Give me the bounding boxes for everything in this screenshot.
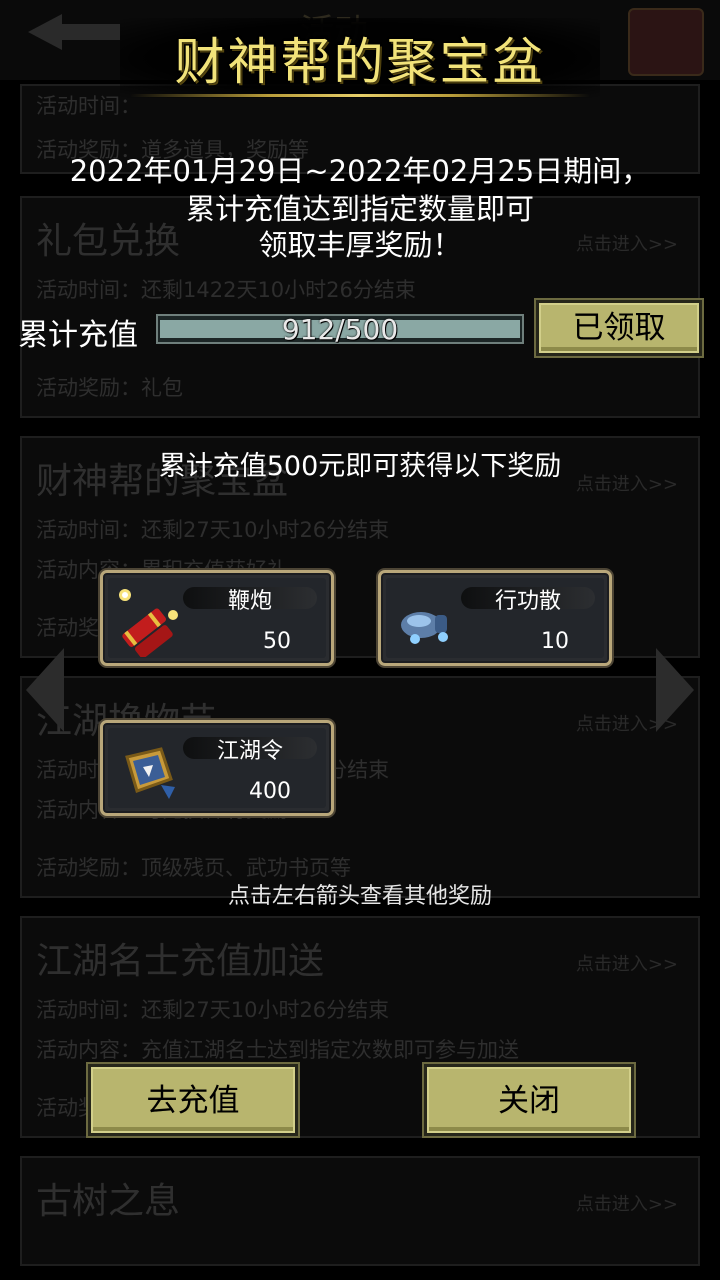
reward-name: 江湖令 [216,739,283,764]
medicine-pouch-icon [401,612,448,644]
description-line: 2022年01月29日~2022年02月25日期间， [69,154,651,188]
reward-dialog: 财神帮的聚宝盆 2022年01月29日~2022年02月25日期间， 累计充值达… [0,0,720,1280]
go-recharge-button-label: 去充值 [146,1083,240,1119]
previous-arrow-icon[interactable] [26,648,64,732]
claimed-button[interactable]: 已领取 [534,298,704,358]
reward-item-medicine[interactable]: 行功散 10 [378,570,612,666]
go-recharge-button[interactable]: 去充值 [86,1062,300,1138]
reward-name: 行功散 [494,589,561,614]
reward-item-jianghu-token[interactable]: 江湖令 400 [100,720,334,816]
description-line: 领取丰厚奖励！ [258,228,462,262]
claimed-button-label: 已领取 [572,310,666,346]
close-button-label: 关闭 [498,1083,560,1119]
reward-quantity: 400 [249,779,291,804]
recharge-progress-bar: 912/500 [156,313,524,346]
firecracker-icon [119,589,178,657]
reward-quantity: 10 [541,629,569,654]
progress-label: 累计充值 [18,318,138,353]
navigation-hint: 点击左右箭头查看其他奖励 [227,884,492,909]
reward-name: 鞭炮 [227,589,272,614]
reward-heading: 累计充值500元即可获得以下奖励 [158,451,562,482]
progress-text: 912/500 [281,313,399,346]
dialog-title: 财神帮的聚宝盆 [174,33,546,91]
jianghu-token-icon [125,747,175,799]
title-underline [130,94,590,97]
close-button[interactable]: 关闭 [422,1062,636,1138]
next-arrow-icon[interactable] [656,648,694,732]
reward-item-firecracker[interactable]: 鞭炮 50 [100,570,334,666]
reward-quantity: 50 [263,629,291,654]
